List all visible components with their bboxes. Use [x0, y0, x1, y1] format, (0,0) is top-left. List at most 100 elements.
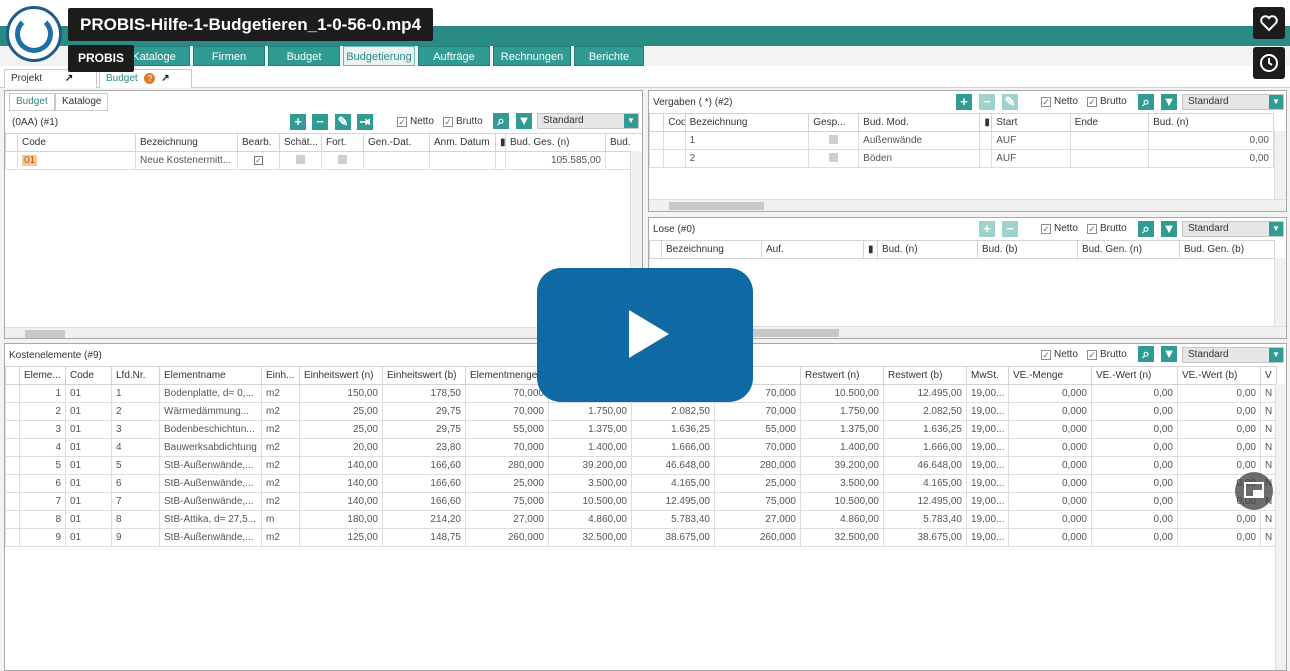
table-cell[interactable]: 6 — [19, 474, 66, 493]
table-cell[interactable]: 0,00 — [1177, 438, 1261, 457]
table-cell[interactable]: m — [261, 510, 300, 529]
nav-item-6[interactable]: Berichte — [574, 46, 644, 66]
search-icon[interactable]: ⌕ — [493, 113, 509, 129]
table-cell[interactable]: 4.860,00 — [800, 510, 884, 529]
col-bezeichnung[interactable]: Bezeichnung — [684, 113, 810, 132]
filter-icon[interactable]: ▼ — [1161, 346, 1177, 362]
search-icon[interactable]: ⌕ — [1138, 94, 1154, 110]
table-cell[interactable]: 0,000 — [1008, 474, 1092, 493]
table-cell[interactable]: 0,000 — [1008, 402, 1092, 421]
table-cell[interactable]: 148,75 — [382, 528, 466, 547]
col-bezeichnung[interactable]: Bezeichnung — [661, 240, 762, 259]
remove-button[interactable]: − — [979, 94, 995, 110]
table-cell[interactable]: Bodenplatte, d= 0,... — [159, 384, 262, 403]
remove-button[interactable]: − — [312, 114, 328, 130]
cell-code[interactable]: 2 — [684, 149, 810, 168]
table-cell[interactable]: 0,00 — [1091, 384, 1178, 403]
column-header[interactable]: Code — [65, 366, 112, 385]
table-cell[interactable]: 2 — [19, 402, 66, 421]
table-cell[interactable]: 29,75 — [382, 420, 466, 439]
table-cell[interactable]: 0,000 — [1008, 528, 1092, 547]
table-cell[interactable]: 75,000 — [714, 492, 801, 511]
table-cell[interactable]: 12.495,00 — [631, 492, 715, 511]
table-cell[interactable]: 25,000 — [465, 474, 549, 493]
search-icon[interactable]: ⌕ — [1138, 221, 1154, 237]
cell-bearb[interactable]: ✓ — [237, 151, 280, 170]
cell-mod[interactable]: AUF — [991, 149, 1071, 168]
table-cell[interactable]: 4.165,00 — [631, 474, 715, 493]
col-bud-b[interactable]: Bud. (b) — [977, 240, 1078, 259]
table-row[interactable]: 7 01 7 StB-Außenwände,... m2 140,00 166,60 75,0… — [5, 492, 1277, 511]
table-cell[interactable]: 19,00... — [966, 492, 1009, 511]
table-cell[interactable]: m2 — [261, 402, 300, 421]
table-cell[interactable]: 20,00 — [299, 438, 383, 457]
table-cell[interactable]: 01 — [65, 474, 112, 493]
col-ende[interactable]: Ende — [1069, 113, 1150, 132]
subtab-kataloge[interactable]: Kataloge — [55, 93, 109, 111]
table-cell[interactable]: 19,00... — [966, 474, 1009, 493]
column-header[interactable]: MwSt. — [966, 366, 1009, 385]
pin-icon[interactable]: ▮ — [863, 240, 878, 259]
table-cell[interactable]: m2 — [261, 474, 300, 493]
cell-ende[interactable] — [1069, 149, 1150, 168]
brutto-checkbox[interactable]: ✓ Brutto — [1087, 96, 1127, 107]
table-cell[interactable]: 0,000 — [1008, 456, 1092, 475]
table-cell[interactable]: 01 — [65, 384, 112, 403]
video-player[interactable]: Kataloge Firmen Budget Budgetierung Aufträge… — [0, 0, 1290, 671]
table-cell[interactable]: 5.783,40 — [631, 510, 715, 529]
column-header[interactable]: Einheitswert (n) — [299, 366, 383, 385]
table-cell[interactable]: 0,000 — [1008, 510, 1092, 529]
nav-item-2[interactable]: Budget — [268, 46, 340, 66]
table-cell[interactable]: m2 — [261, 492, 300, 511]
table-cell[interactable]: 19,00... — [966, 438, 1009, 457]
table-cell[interactable]: 1.375,00 — [548, 420, 632, 439]
table-cell[interactable]: StB-Außenwände,... — [159, 492, 262, 511]
col-bud-gen-n[interactable]: Bud. Gen. (n) — [1077, 240, 1180, 259]
table-cell[interactable]: 10.500,00 — [800, 384, 884, 403]
table-cell[interactable]: StB-Außenwände,... — [159, 456, 262, 475]
table-cell[interactable]: 0,00 — [1177, 420, 1261, 439]
checkbox[interactable] — [338, 154, 347, 164]
column-header[interactable]: Einh... — [261, 366, 300, 385]
table-cell[interactable]: 32.500,00 — [548, 528, 632, 547]
table-cell[interactable]: 0,00 — [1091, 438, 1178, 457]
table-cell[interactable]: 0,00 — [1091, 474, 1178, 493]
table-cell[interactable]: 38.675,00 — [883, 528, 967, 547]
col-code[interactable]: Code — [17, 133, 136, 152]
table-cell[interactable]: 46.648,00 — [631, 456, 715, 475]
channel-name[interactable]: PROBIS — [68, 45, 135, 72]
table-cell[interactable]: 3.500,00 — [800, 474, 884, 493]
table-cell[interactable]: 32.500,00 — [800, 528, 884, 547]
channel-logo[interactable] — [6, 6, 62, 62]
cell-anm-datum[interactable] — [429, 151, 496, 170]
table-cell[interactable]: 140,00 — [299, 456, 383, 475]
picture-in-picture-icon[interactable] — [1235, 472, 1273, 510]
column-header[interactable]: VE.-Wert (b) — [1177, 366, 1261, 385]
cell-code[interactable]: 1 — [684, 131, 810, 150]
search-icon[interactable]: ⌕ — [1138, 346, 1154, 362]
netto-checkbox[interactable]: ✓ Netto — [1041, 223, 1078, 234]
table-cell[interactable]: 23,80 — [382, 438, 466, 457]
table-cell[interactable]: StB-Außenwände,... — [159, 474, 262, 493]
table-cell[interactable]: 1.750,00 — [548, 402, 632, 421]
table-cell[interactable]: 4.165,00 — [883, 474, 967, 493]
table-cell[interactable]: 19,00... — [966, 456, 1009, 475]
table-cell[interactable]: 19,00... — [966, 384, 1009, 403]
table-row[interactable]: 9 01 9 StB-Außenwände,... m2 125,00 148,75 260,… — [5, 528, 1277, 547]
table-cell[interactable]: 25,000 — [714, 474, 801, 493]
table-cell[interactable]: 0,00 — [1177, 510, 1261, 529]
table-cell[interactable]: 5.783,40 — [883, 510, 967, 529]
table-cell[interactable]: 55,000 — [714, 420, 801, 439]
table-cell[interactable]: 280,000 — [465, 456, 549, 475]
table-cell[interactable]: 27,000 — [714, 510, 801, 529]
table-cell[interactable]: 0,000 — [1008, 384, 1092, 403]
table-cell[interactable]: 9 — [111, 528, 160, 547]
col-bud-gen-b[interactable]: Bud. Gen. (b) — [1179, 240, 1275, 259]
table-cell[interactable]: m2 — [261, 438, 300, 457]
table-cell[interactable]: 140,00 — [299, 492, 383, 511]
cell-bud-ges[interactable]: 105.585,00 — [505, 151, 606, 170]
video-title[interactable]: PROBIS-Hilfe-1-Budgetieren_1-0-56-0.mp4 — [68, 8, 434, 41]
table-row[interactable]: 1 Außenwände AUF 0,00 — [649, 131, 1274, 150]
table-cell[interactable]: 38.675,00 — [631, 528, 715, 547]
table-cell[interactable]: 4 — [111, 438, 160, 457]
